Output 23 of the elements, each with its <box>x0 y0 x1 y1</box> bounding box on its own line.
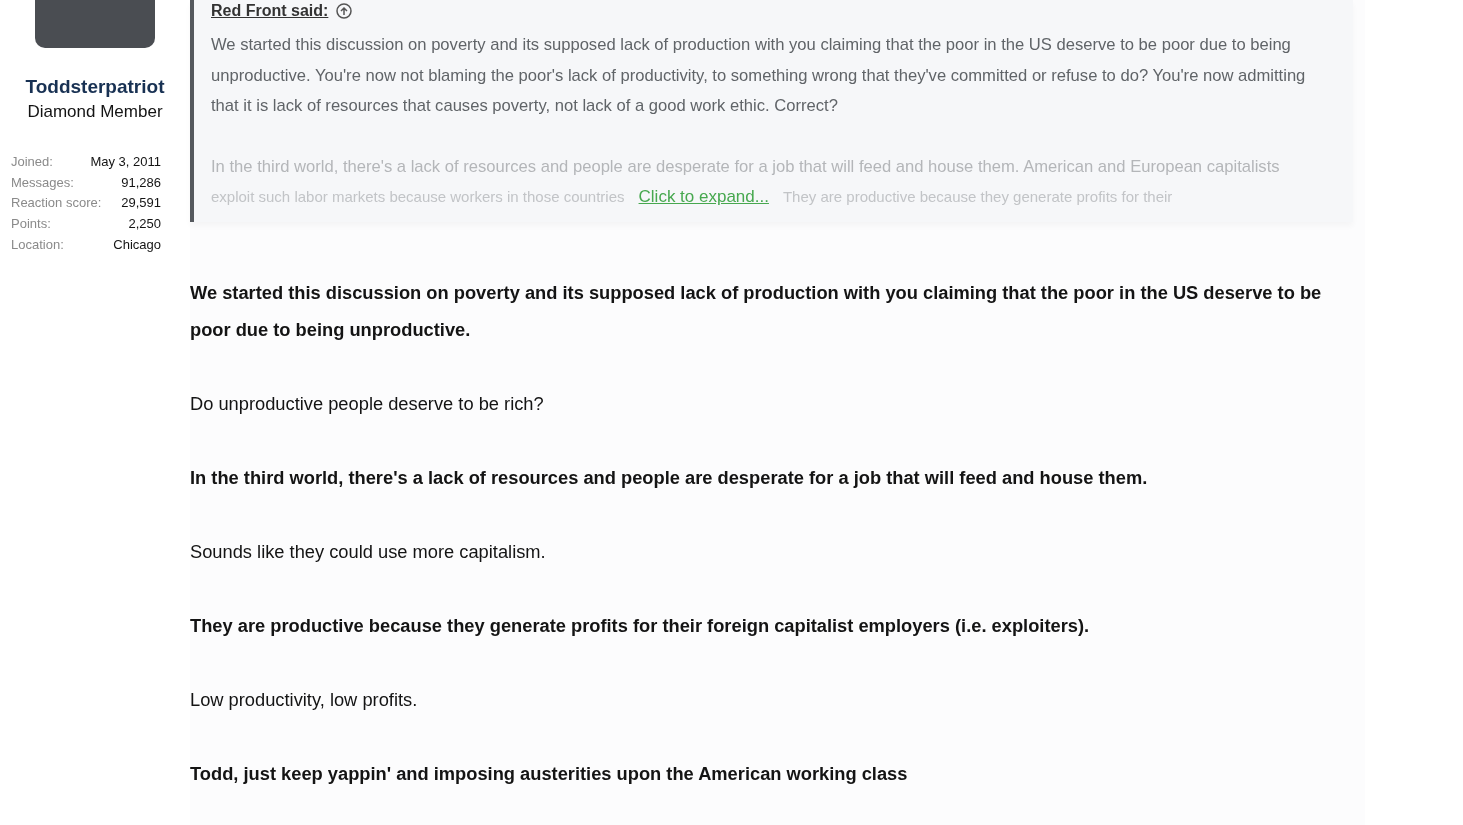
user-title: Diamond Member <box>27 102 163 122</box>
quote-text: In the third world, there's a lack of resources and people are desperate for a job that will feed and house them. American and European capitalists <box>211 155 1281 178</box>
stat-value: 2,250 <box>128 215 161 234</box>
quote-author-link[interactable]: Red Front said: <box>211 2 329 20</box>
quote-text: We started this discussion on poverty and its supposed lack of production with you claiming that the poor in the US deserve to be poor due to being unproductive. You're now not blaming the poor's lack of productivity, to something wrong that they've committed or refuse to do? You're now admitting that it is lack of resources that causes poverty, not lack of a good work ethic. Correct? <box>211 34 1307 117</box>
stat-value: 91,286 <box>121 173 161 192</box>
stat-label: Points: <box>11 215 51 234</box>
reply-paragraph: Do unproductive people deserve to be rich? <box>190 392 545 416</box>
stat-value: Chicago <box>113 235 161 254</box>
bold-paragraph: Todd, just keep yappin' and imposing austerities upon the American working class <box>190 762 909 786</box>
username-link[interactable]: Toddsterpatriot <box>25 76 165 98</box>
stat-label: Joined: <box>11 153 53 171</box>
stat-value: May 3, 2011 <box>90 153 161 171</box>
bold-paragraph: In the third world, there's a lack of resources and people are desperate for a job that will feed and house them. <box>190 466 1149 490</box>
bold-paragraph: We started this discussion on poverty and its supposed lack of production with you claiming that the poor in the US deserve to be poor due to being unproductive. <box>190 281 1323 342</box>
stat-label: Reaction score: <box>11 194 102 213</box>
bold-paragraph: They are productive because they generate profits for their foreign capitalist employers (i.e. exploiters). <box>190 614 1091 638</box>
reply-paragraph: Low productivity, low profits. <box>190 688 419 712</box>
stat-label: Location: <box>11 235 64 254</box>
arrow-up-circle-icon[interactable] <box>336 3 353 19</box>
stat-label: Messages: <box>11 173 74 192</box>
reply-paragraph: Sounds like they could use more capitalism. <box>190 540 547 564</box>
stat-value: 29,591 <box>121 194 161 213</box>
